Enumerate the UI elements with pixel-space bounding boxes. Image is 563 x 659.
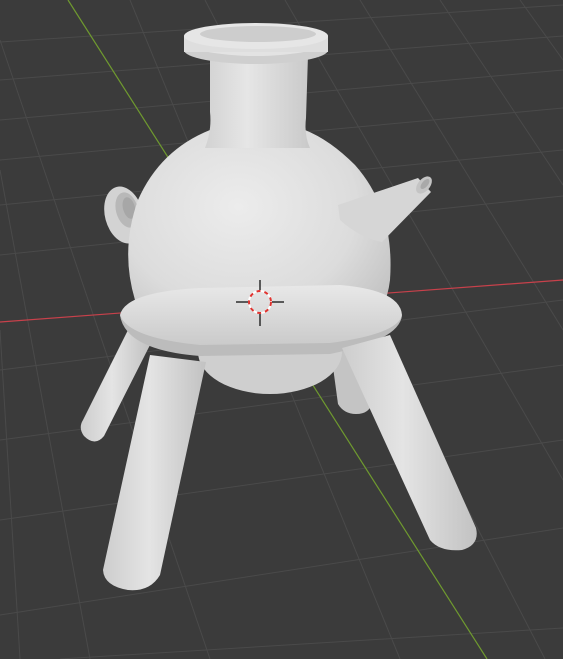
3d-viewport[interactable] — [0, 0, 563, 659]
flask-neck[interactable] — [205, 55, 310, 148]
flask-rim[interactable] — [184, 23, 328, 64]
viewport-canvas[interactable] — [0, 0, 563, 659]
